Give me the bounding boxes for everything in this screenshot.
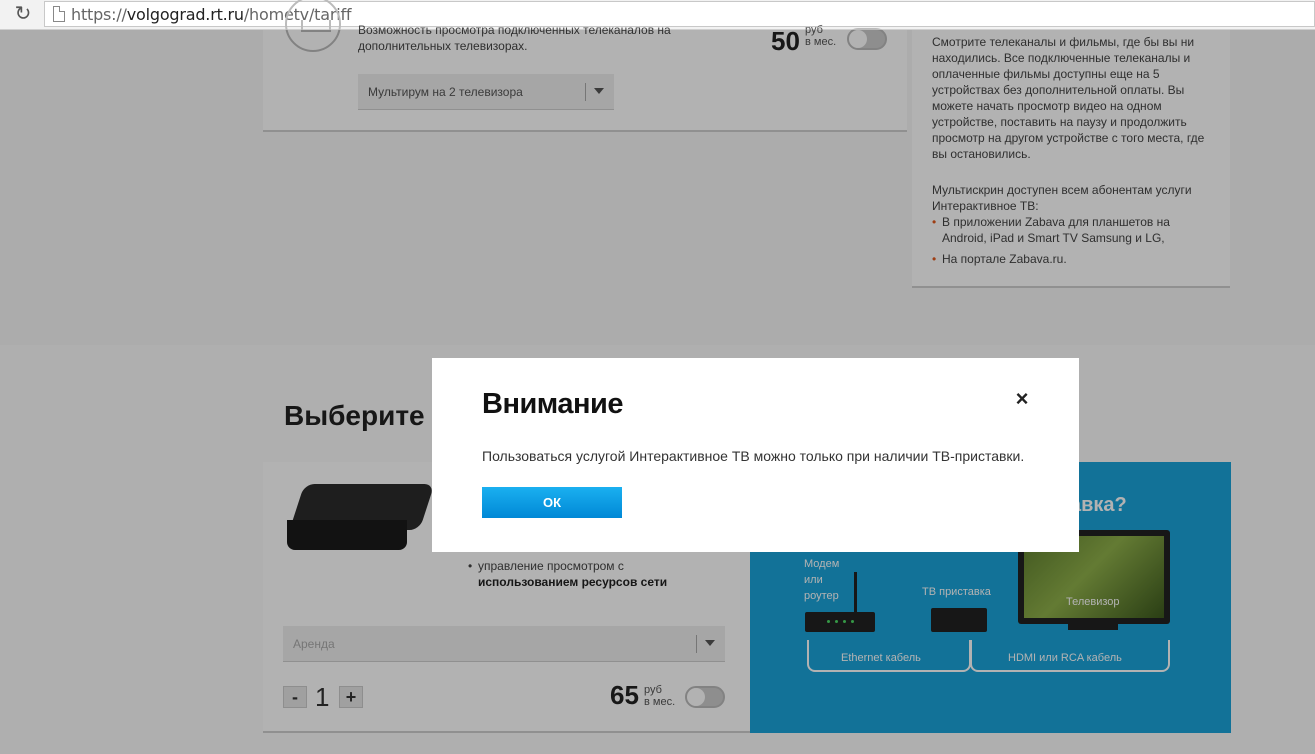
attention-modal: Внимание × Пользоваться услугой Интеракт… — [432, 358, 1079, 552]
page-icon — [53, 6, 65, 22]
ok-button[interactable]: ОК — [482, 487, 622, 518]
modal-message: Пользоваться услугой Интерактивное ТВ мо… — [482, 448, 1025, 464]
reload-icon[interactable]: ↻ — [12, 3, 34, 25]
close-icon[interactable]: × — [1012, 388, 1032, 410]
modal-title: Внимание — [482, 388, 623, 420]
